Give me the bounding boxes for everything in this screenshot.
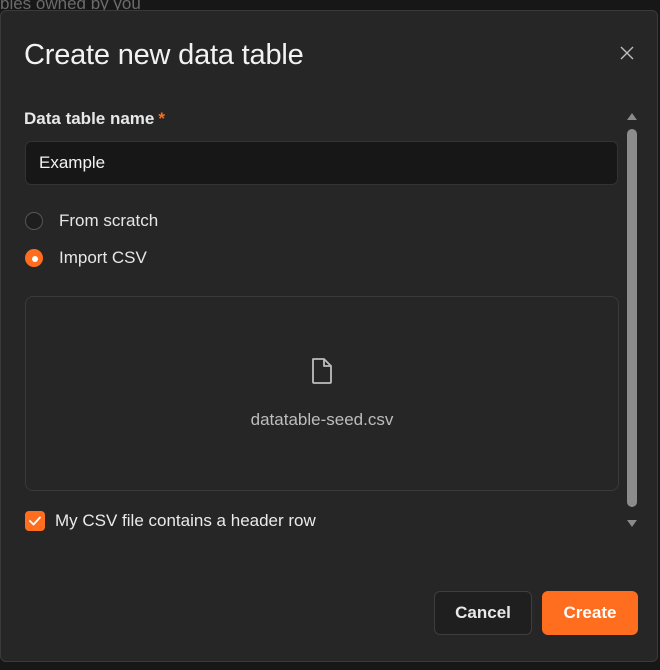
data-table-name-input[interactable]	[25, 141, 618, 185]
checkmark-icon	[29, 516, 41, 526]
csv-dropzone[interactable]: datatable-seed.csv	[25, 296, 619, 491]
header-row-label: My CSV file contains a header row	[55, 511, 316, 530]
radio-import-csv-control[interactable]	[25, 249, 43, 267]
scroll-down-icon[interactable]	[627, 520, 637, 527]
close-icon	[620, 46, 634, 60]
scroll-up-icon[interactable]	[627, 113, 637, 120]
radio-import-csv[interactable]: Import CSV	[25, 248, 147, 268]
file-icon	[312, 358, 332, 384]
form-scrollbar[interactable]	[623, 108, 641, 530]
required-marker: *	[158, 109, 166, 128]
uploaded-file-name: datatable-seed.csv	[250, 410, 394, 429]
create-data-table-dialog: Create new data table Data table name* F…	[0, 10, 658, 662]
header-row-checkbox[interactable]	[25, 511, 45, 531]
cancel-button[interactable]: Cancel	[434, 591, 532, 635]
data-table-name-label: Data table name *	[24, 109, 165, 129]
close-button[interactable]	[615, 41, 639, 65]
dialog-title: Create new data table	[24, 39, 304, 71]
radio-import-csv-label: Import CSV	[59, 248, 147, 267]
radio-from-scratch-control[interactable]	[25, 212, 43, 230]
radio-from-scratch-label: From scratch	[59, 211, 159, 230]
scrollbar-thumb[interactable]	[627, 129, 637, 507]
create-button[interactable]: Create	[542, 591, 638, 635]
header-row-option[interactable]: My CSV file contains a header row	[25, 511, 316, 531]
data-table-name-label-text: Data table name	[24, 109, 155, 128]
radio-from-scratch[interactable]: From scratch	[25, 211, 158, 231]
